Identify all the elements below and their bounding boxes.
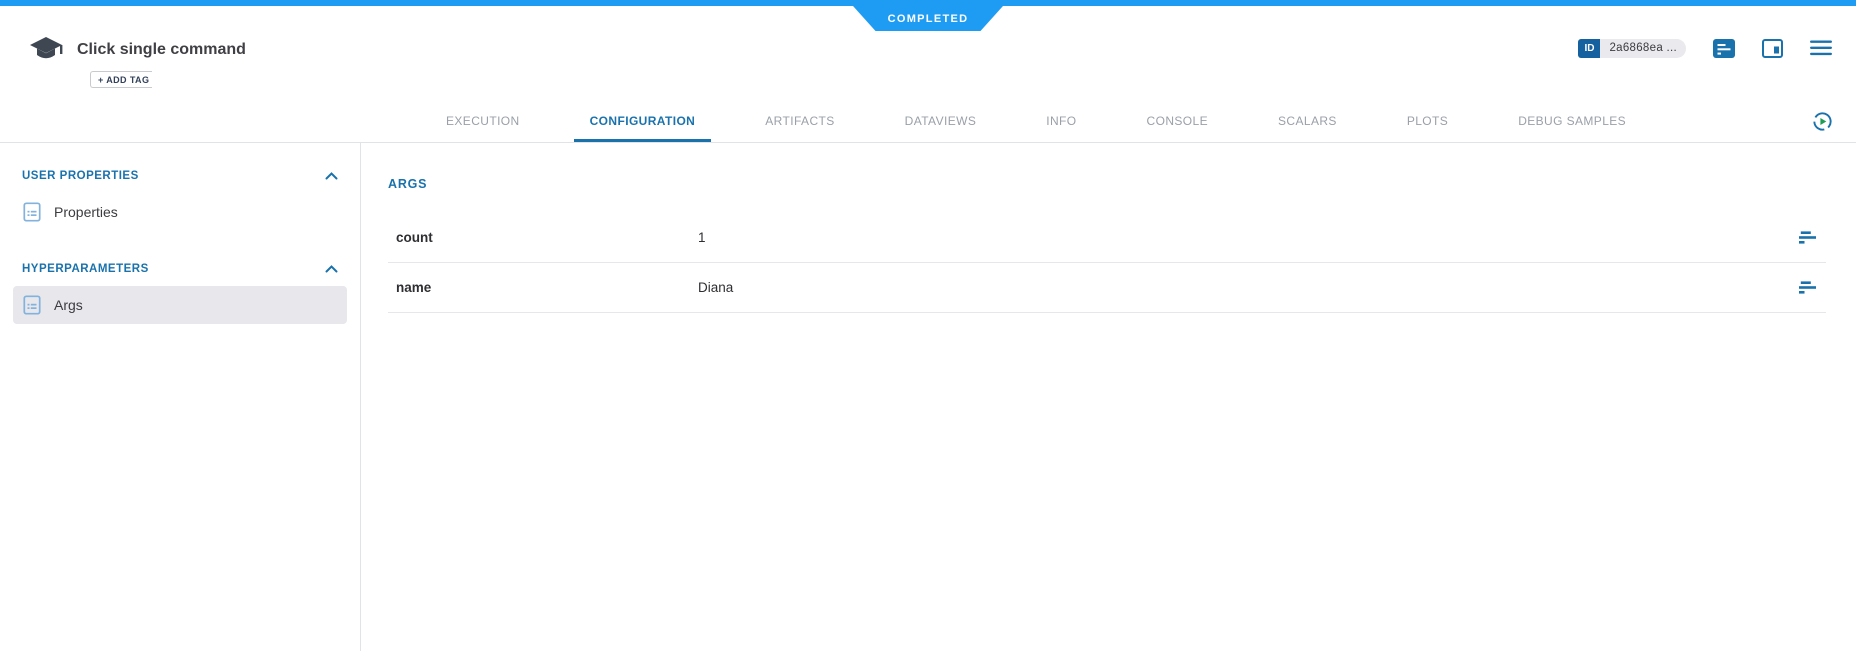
section-heading: ARGS: [388, 177, 1826, 191]
document-icon: [23, 202, 41, 222]
tab-scalars[interactable]: SCALARS: [1262, 100, 1353, 142]
param-row-name: nameDiana: [388, 263, 1826, 313]
menu-icon[interactable]: [1810, 40, 1832, 56]
add-tag-button[interactable]: + ADD TAG: [90, 71, 152, 88]
sidebar-section-header-hyperparameters: HYPERPARAMETERS: [0, 255, 360, 283]
page-title: Click single command: [77, 35, 246, 65]
sidebar-item-label: Properties: [54, 204, 118, 220]
tab-dataviews[interactable]: DATAVIEWS: [889, 100, 993, 142]
auto-refresh-icon[interactable]: [1811, 110, 1834, 136]
tab-bar: EXECUTION CONFIGURATION ARTIFACTS DATAVIEWS…: [0, 100, 1856, 143]
config-sidebar: USER PROPERTIES Properties HYPERPARAMETERS…: [0, 143, 361, 651]
experiment-id-badge[interactable]: ID 2a6868ea ...: [1578, 39, 1686, 58]
sidebar-item-properties[interactable]: Properties: [13, 193, 347, 231]
status-badge-label: COMPLETED: [888, 13, 969, 25]
tab-console[interactable]: CONSOLE: [1131, 100, 1224, 142]
status-badge: COMPLETED: [853, 6, 1003, 31]
param-value: 1: [698, 230, 1799, 245]
parameters-table: count1nameDiana: [388, 213, 1826, 313]
document-icon: [23, 295, 41, 315]
chevron-up-icon[interactable]: [325, 265, 338, 273]
text-lines-icon[interactable]: [1799, 231, 1818, 245]
tab-info[interactable]: INFO: [1030, 100, 1092, 142]
id-badge-value: 2a6868ea ...: [1600, 39, 1686, 58]
tab-artifacts[interactable]: ARTIFACTS: [749, 100, 850, 142]
tabs-container: EXECUTION CONFIGURATION ARTIFACTS DATAVIEWS…: [430, 100, 1642, 142]
split-view-icon[interactable]: [1762, 39, 1783, 58]
tab-execution[interactable]: EXECUTION: [430, 100, 536, 142]
sidebar-section-title: HYPERPARAMETERS: [22, 263, 149, 275]
sidebar-item-args[interactable]: Args: [13, 286, 347, 324]
sidebar-section-user-properties: USER PROPERTIES Properties: [0, 162, 360, 231]
chevron-up-icon[interactable]: [325, 172, 338, 180]
sidebar-section-header-user-properties: USER PROPERTIES: [0, 162, 360, 190]
id-badge-label: ID: [1578, 39, 1600, 58]
tab-configuration[interactable]: CONFIGURATION: [574, 100, 712, 142]
param-name: name: [396, 280, 698, 295]
sidebar-item-label: Args: [54, 297, 83, 313]
param-row-count: count1: [388, 213, 1826, 263]
tab-debug-samples[interactable]: DEBUG SAMPLES: [1502, 100, 1642, 142]
param-value: Diana: [698, 280, 1799, 295]
text-lines-icon[interactable]: [1799, 281, 1818, 295]
add-tag-label: + ADD TAG: [98, 75, 149, 85]
sidebar-section-title: USER PROPERTIES: [22, 170, 139, 182]
tab-plots[interactable]: PLOTS: [1391, 100, 1464, 142]
sidebar-section-hyperparameters: HYPERPARAMETERS Args: [0, 255, 360, 324]
param-name: count: [396, 230, 698, 245]
notes-icon[interactable]: [1713, 39, 1735, 58]
experiment-type-icon: [28, 35, 64, 71]
main-content: ARGS count1nameDiana: [361, 143, 1856, 651]
